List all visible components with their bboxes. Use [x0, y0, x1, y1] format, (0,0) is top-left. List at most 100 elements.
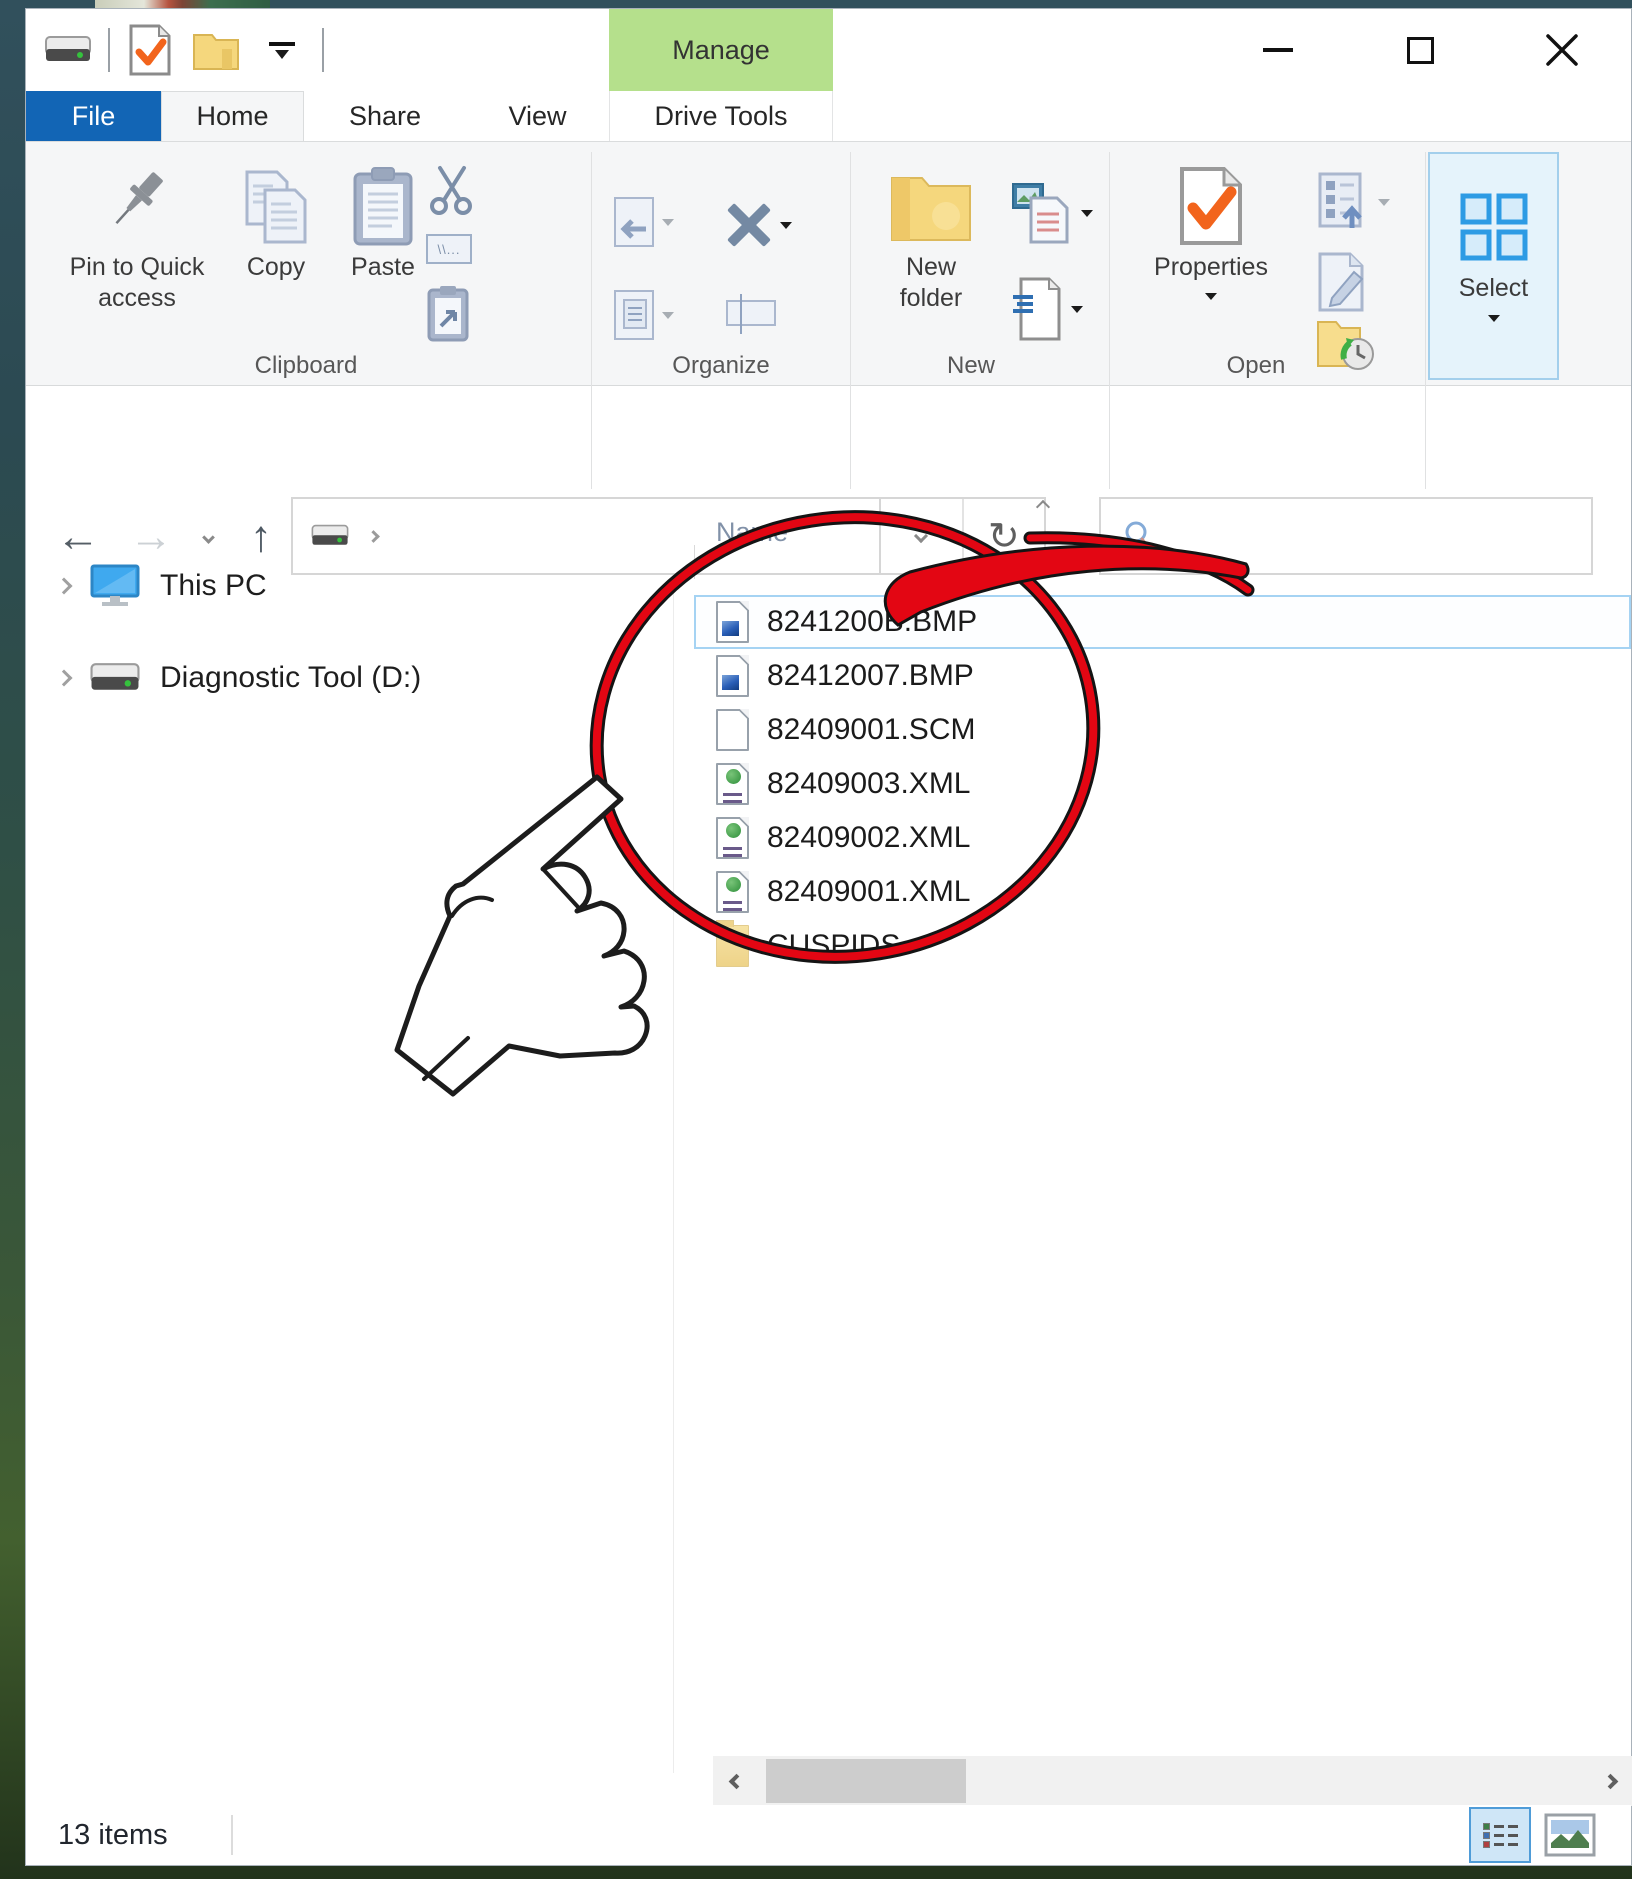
tab-drive-tools-label: Drive Tools [654, 101, 787, 132]
this-pc-monitor-icon [90, 564, 140, 608]
file-row[interactable]: 82409002.XML [694, 811, 1631, 865]
pin-to-quick-access-label: Pin to Quick access [51, 252, 223, 314]
paste-icon [352, 154, 414, 246]
new-item-button[interactable] [1011, 277, 1083, 341]
delete-dropdown-icon [780, 222, 792, 229]
paste-shortcut-button[interactable] [426, 284, 470, 342]
cut-scissors-icon [426, 164, 478, 216]
tab-share[interactable]: Share [304, 91, 466, 141]
file-rows: 8241200B.BMP 82412007.BMP 82409001.SCM 8… [694, 595, 1631, 973]
open-button[interactable] [1316, 172, 1390, 232]
copy-to-button[interactable] [614, 290, 674, 340]
file-icon-xml [716, 763, 749, 805]
cut-button[interactable] [426, 164, 478, 216]
file-name: 8241200B.BMP [767, 605, 977, 639]
close-button[interactable] [1519, 20, 1605, 80]
paste-button[interactable]: Paste [331, 154, 435, 283]
edit-icon [1316, 252, 1368, 312]
properties-quick-icon[interactable] [124, 22, 176, 78]
ribbon-separator [1425, 152, 1426, 507]
folder-icon [716, 925, 749, 967]
pin-to-quick-access-button[interactable]: Pin to Quick access [51, 154, 223, 314]
file-row[interactable]: 8241200B.BMP [694, 595, 1631, 649]
new-item-dropdown-icon [1071, 306, 1083, 313]
file-row[interactable]: 82409001.XML [694, 865, 1631, 919]
horizontal-scrollbar[interactable] [713, 1756, 1632, 1806]
file-row[interactable]: 82409003.XML [694, 757, 1631, 811]
ribbon-separator [850, 152, 851, 507]
delete-button[interactable] [726, 202, 792, 248]
move-to-button[interactable] [614, 197, 674, 247]
select-label: Select [1459, 274, 1528, 303]
copy-to-dropdown-icon [662, 312, 674, 319]
caption-buttons [1235, 9, 1605, 91]
column-edge-tick [694, 545, 695, 579]
search-box[interactable] [1099, 497, 1593, 575]
new-folder-button[interactable]: Newfolder [871, 154, 991, 314]
select-button[interactable]: Select [1428, 152, 1559, 380]
qat-separator [108, 28, 110, 72]
scrollbar-thumb[interactable] [766, 1759, 966, 1803]
scroll-right-arrow[interactable] [1587, 1756, 1632, 1806]
sidebar-item-diagnostic-tool[interactable]: Diagnostic Tool (D:) [26, 649, 646, 707]
copy-to-icon [614, 290, 654, 340]
copy-label: Copy [247, 252, 305, 283]
maximize-button[interactable] [1377, 20, 1463, 80]
tab-file-label: File [72, 101, 116, 132]
qat-dropdown-arrow-icon [275, 50, 289, 59]
file-icon-xml [716, 817, 749, 859]
file-name: 82409002.XML [767, 821, 971, 855]
organize-group-label: Organize [611, 352, 831, 380]
address-bar-controls: ↻ [881, 497, 1046, 575]
move-to-icon [614, 197, 654, 247]
expander-chevron-icon[interactable] [56, 578, 73, 595]
manage-contextual-tab[interactable]: Manage [609, 9, 833, 91]
properties-check-icon [129, 24, 171, 76]
file-row[interactable]: 82409001.SCM [694, 703, 1631, 757]
items-count: 13 items [58, 1819, 168, 1852]
column-header-name[interactable]: Name [716, 517, 788, 548]
rename-button[interactable] [726, 300, 776, 326]
tab-drive-tools[interactable]: Drive Tools [609, 91, 833, 141]
file-row[interactable]: CUSPIDS [694, 919, 1631, 973]
search-input[interactable] [1167, 520, 1591, 553]
customize-qat-dropdown[interactable] [256, 22, 308, 78]
pin-icon [101, 154, 173, 246]
minimize-button[interactable] [1235, 20, 1321, 80]
expander-chevron-icon[interactable] [56, 670, 73, 687]
sidebar-item-label: This PC [160, 569, 267, 603]
refresh-button[interactable]: ↻ [962, 499, 1045, 573]
thumbnail-view-button[interactable] [1539, 1807, 1601, 1863]
file-explorer-window: Manage File Home Share View Drive Tools … [25, 8, 1632, 1866]
tab-file[interactable]: File [26, 91, 161, 141]
drive-icon[interactable] [42, 22, 94, 78]
tab-home-label: Home [196, 101, 268, 132]
file-row[interactable]: 82412007.BMP [694, 649, 1631, 703]
easy-access-button[interactable] [1011, 182, 1093, 244]
delete-x-icon [726, 202, 772, 248]
manage-label: Manage [672, 35, 770, 66]
address-dropdown-button[interactable] [881, 499, 962, 573]
tab-view[interactable]: View [466, 91, 609, 141]
scroll-left-arrow[interactable] [713, 1756, 759, 1806]
drive-icon-glyph [45, 35, 91, 65]
chevron-down-icon [202, 531, 215, 544]
edit-button[interactable] [1316, 252, 1368, 312]
sort-ascending-caret-icon[interactable] [1038, 499, 1048, 517]
tab-share-label: Share [349, 101, 421, 132]
file-name: 82409001.SCM [767, 713, 975, 747]
ribbon: Pin to Quick access Copy [26, 141, 1631, 386]
new-folder-quick-icon[interactable] [190, 22, 242, 78]
copy-button[interactable]: Copy [226, 154, 326, 283]
sidebar-item-this-pc[interactable]: This PC [26, 557, 646, 615]
select-grid-icon [1457, 154, 1531, 264]
search-icon [1123, 520, 1153, 552]
properties-button[interactable]: Properties [1131, 154, 1291, 300]
sidebar-item-label: Diagnostic Tool (D:) [160, 661, 421, 695]
drive-icon [90, 662, 140, 694]
details-view-button[interactable] [1469, 1807, 1531, 1863]
tab-home[interactable]: Home [161, 91, 304, 141]
thumbnail-view-icon [1544, 1813, 1596, 1857]
properties-label: Properties [1154, 252, 1268, 283]
copy-path-button[interactable]: \\... [426, 234, 472, 264]
